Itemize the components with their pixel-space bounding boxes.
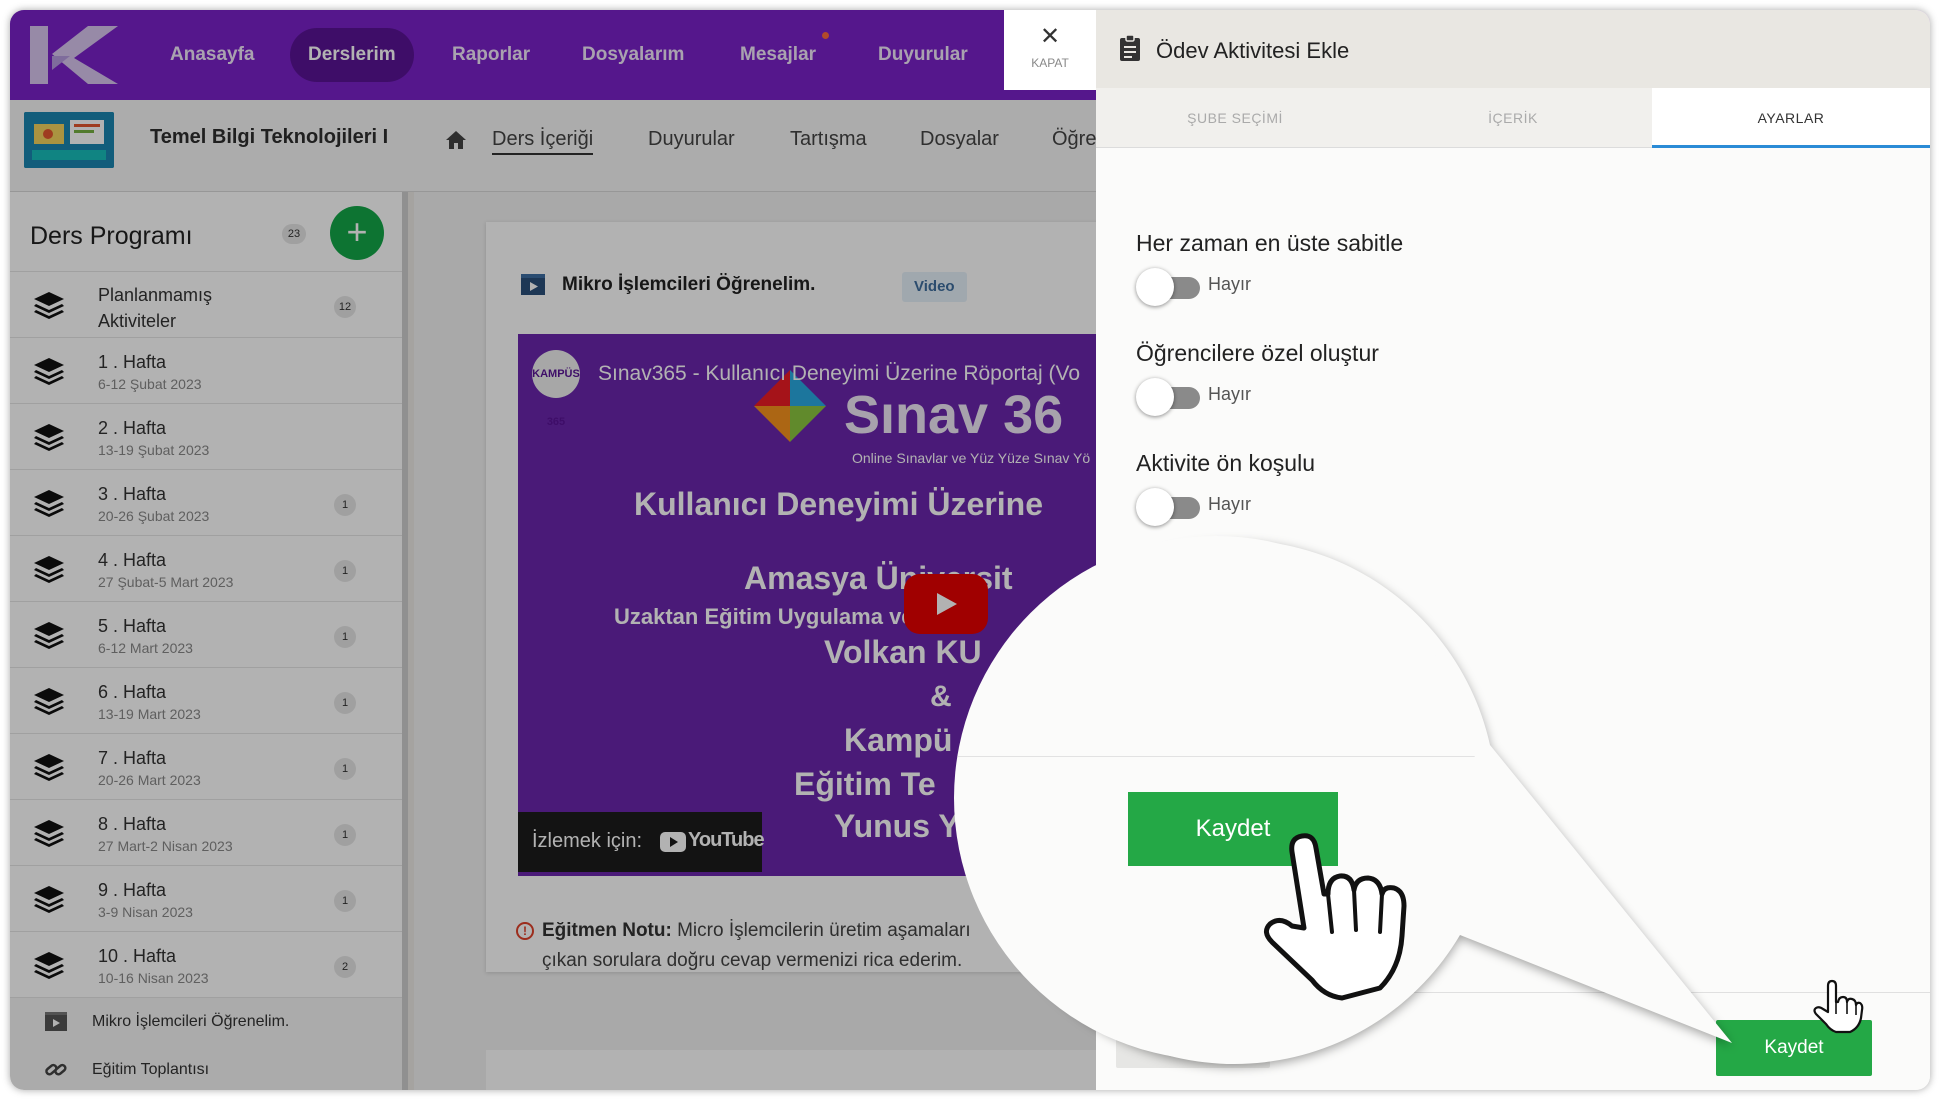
setting-label: Aktivite ön koşulu	[1136, 450, 1315, 476]
setting-student-specific: Öğrencilere özel oluştur Hayır	[1136, 340, 1379, 416]
prerequisite-toggle[interactable]	[1136, 486, 1200, 526]
setting-label: Öğrencilere özel oluştur	[1136, 340, 1379, 366]
setting-value: Hayır	[1208, 384, 1252, 404]
tab-ayarlar[interactable]: AYARLAR	[1652, 88, 1930, 148]
pin-to-top-toggle[interactable]	[1136, 266, 1200, 306]
modal-backdrop[interactable]	[10, 10, 1102, 1090]
setting-prerequisite: Aktivite ön koşulu Hayır	[1136, 450, 1315, 526]
hand-pointer-icon	[1813, 979, 1864, 1034]
clipboard-icon	[1120, 34, 1140, 61]
drawer-tabs: ŞUBE SEÇİMİ İÇERİK AYARLAR	[1096, 88, 1930, 148]
footer-divider	[1096, 992, 1930, 993]
drawer-title: Ödev Aktivitesi Ekle	[1156, 38, 1350, 63]
tab-icerik[interactable]: İÇERİK	[1374, 88, 1652, 148]
setting-value: Hayır	[1208, 274, 1252, 294]
student-specific-toggle[interactable]	[1136, 376, 1200, 416]
setting-label: Her zaman en üste sabitle	[1136, 230, 1404, 256]
close-icon: ✕	[1039, 23, 1061, 50]
cancel-button[interactable]	[1116, 1012, 1270, 1068]
setting-value: Hayır	[1208, 494, 1252, 514]
app-window: Anasayfa Derslerim Raporlar Dosyalarım M…	[10, 10, 1930, 1090]
close-drawer-button[interactable]: ✕ KAPAT	[1004, 10, 1096, 90]
add-assignment-drawer: Ödev Aktivitesi Ekle ŞUBE SEÇİMİ İÇERİK …	[1096, 10, 1930, 1090]
setting-pin-to-top: Her zaman en üste sabitle Hayır	[1136, 230, 1404, 306]
close-label: KAPAT	[1031, 56, 1069, 70]
tab-sube-secimi[interactable]: ŞUBE SEÇİMİ	[1096, 88, 1374, 148]
drawer-header: Ödev Aktivitesi Ekle	[1096, 10, 1930, 88]
